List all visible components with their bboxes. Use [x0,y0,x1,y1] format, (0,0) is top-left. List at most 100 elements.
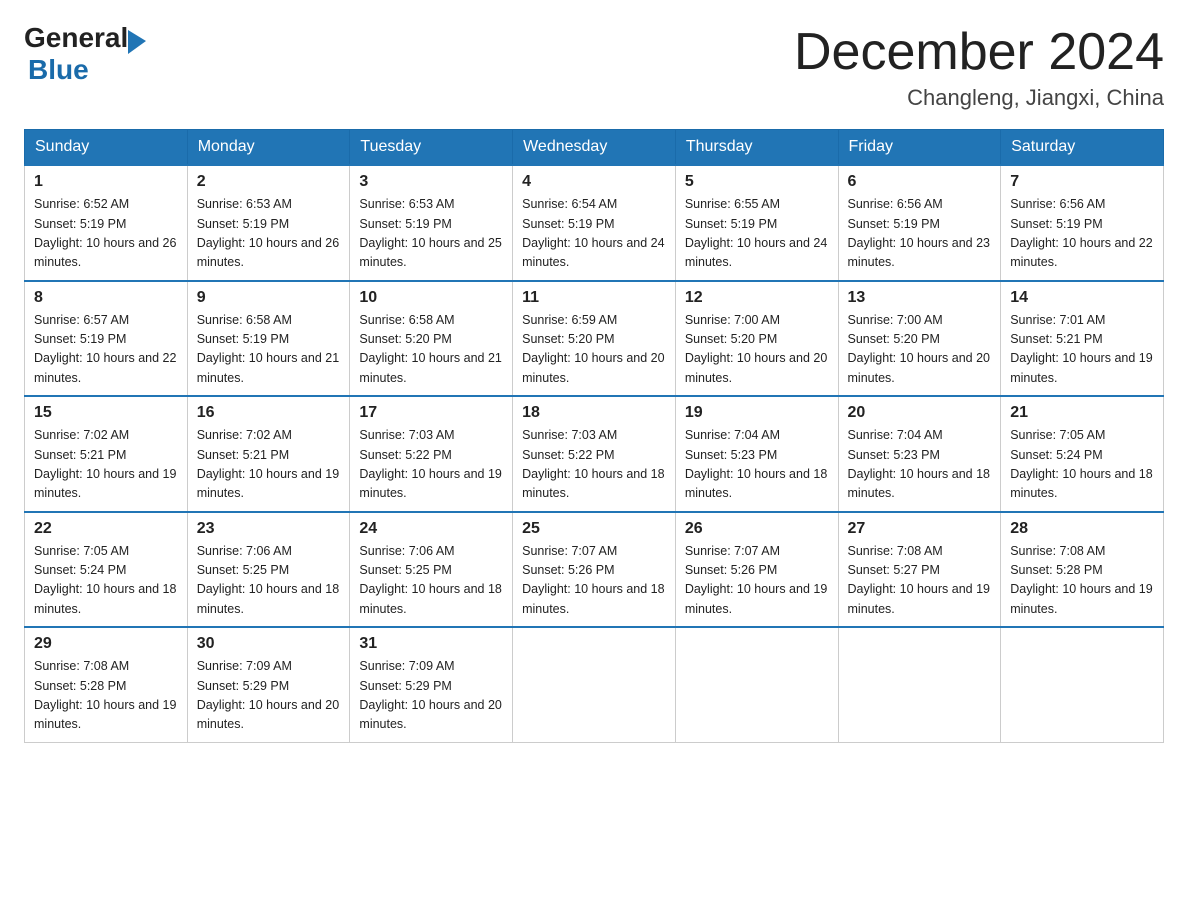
day-number: 9 [197,289,341,307]
calendar-week-row: 22 Sunrise: 7:05 AMSunset: 5:24 PMDayligh… [25,512,1164,628]
weekday-header-monday: Monday [187,130,350,166]
day-info: Sunrise: 7:08 AMSunset: 5:27 PMDaylight:… [848,542,992,620]
day-info: Sunrise: 6:56 AMSunset: 5:19 PMDaylight:… [848,195,992,273]
day-number: 14 [1010,289,1154,307]
day-number: 8 [34,289,178,307]
title-area: December 2024 Changleng, Jiangxi, China [794,24,1164,111]
weekday-header-sunday: Sunday [25,130,188,166]
day-info: Sunrise: 7:08 AMSunset: 5:28 PMDaylight:… [34,657,178,735]
day-info: Sunrise: 7:05 AMSunset: 5:24 PMDaylight:… [1010,426,1154,504]
day-number: 1 [34,173,178,191]
weekday-header-tuesday: Tuesday [350,130,513,166]
day-number: 6 [848,173,992,191]
calendar-week-row: 1 Sunrise: 6:52 AMSunset: 5:19 PMDaylight… [25,165,1164,281]
day-info: Sunrise: 6:55 AMSunset: 5:19 PMDaylight:… [685,195,829,273]
calendar-day-cell: 29 Sunrise: 7:08 AMSunset: 5:28 PMDayligh… [25,627,188,742]
empty-cell [838,627,1001,742]
day-info: Sunrise: 6:58 AMSunset: 5:19 PMDaylight:… [197,311,341,389]
calendar-day-cell: 15 Sunrise: 7:02 AMSunset: 5:21 PMDayligh… [25,396,188,512]
day-number: 29 [34,635,178,653]
day-number: 17 [359,404,503,422]
weekday-header-wednesday: Wednesday [513,130,676,166]
calendar-day-cell: 6 Sunrise: 6:56 AMSunset: 5:19 PMDaylight… [838,165,1001,281]
calendar-day-cell: 19 Sunrise: 7:04 AMSunset: 5:23 PMDayligh… [675,396,838,512]
day-number: 10 [359,289,503,307]
day-number: 25 [522,520,666,538]
calendar-day-cell: 9 Sunrise: 6:58 AMSunset: 5:19 PMDaylight… [187,281,350,397]
day-number: 2 [197,173,341,191]
calendar-day-cell: 5Sunrise: 6:55 AMSunset: 5:19 PMDaylight… [675,165,838,281]
day-number: 28 [1010,520,1154,538]
calendar-day-cell: 27Sunrise: 7:08 AMSunset: 5:27 PMDayligh… [838,512,1001,628]
day-info: Sunrise: 7:08 AMSunset: 5:28 PMDaylight:… [1010,542,1154,620]
empty-cell [513,627,676,742]
day-info: Sunrise: 7:00 AMSunset: 5:20 PMDaylight:… [848,311,992,389]
weekday-header-saturday: Saturday [1001,130,1164,166]
day-info: Sunrise: 6:59 AMSunset: 5:20 PMDaylight:… [522,311,666,389]
day-number: 30 [197,635,341,653]
day-number: 12 [685,289,829,307]
calendar-day-cell: 1 Sunrise: 6:52 AMSunset: 5:19 PMDaylight… [25,165,188,281]
day-number: 18 [522,404,666,422]
day-number: 16 [197,404,341,422]
calendar-day-cell: 7Sunrise: 6:56 AMSunset: 5:19 PMDaylight… [1001,165,1164,281]
day-info: Sunrise: 6:52 AMSunset: 5:19 PMDaylight:… [34,195,178,273]
calendar-day-cell: 25Sunrise: 7:07 AMSunset: 5:26 PMDayligh… [513,512,676,628]
calendar-day-cell: 31 Sunrise: 7:09 AMSunset: 5:29 PMDayligh… [350,627,513,742]
day-info: Sunrise: 7:09 AMSunset: 5:29 PMDaylight:… [359,657,503,735]
logo-blue-text: Blue [24,54,89,86]
day-info: Sunrise: 7:01 AMSunset: 5:21 PMDaylight:… [1010,311,1154,389]
day-number: 7 [1010,173,1154,191]
day-info: Sunrise: 7:07 AMSunset: 5:26 PMDaylight:… [685,542,829,620]
day-info: Sunrise: 7:00 AMSunset: 5:20 PMDaylight:… [685,311,829,389]
day-number: 22 [34,520,178,538]
day-number: 26 [685,520,829,538]
day-number: 3 [359,173,503,191]
calendar-day-cell: 23Sunrise: 7:06 AMSunset: 5:25 PMDayligh… [187,512,350,628]
day-info: Sunrise: 7:05 AMSunset: 5:24 PMDaylight:… [34,542,178,620]
calendar-week-row: 29 Sunrise: 7:08 AMSunset: 5:28 PMDayligh… [25,627,1164,742]
day-number: 11 [522,289,666,307]
empty-cell [675,627,838,742]
day-number: 31 [359,635,503,653]
day-info: Sunrise: 7:04 AMSunset: 5:23 PMDaylight:… [848,426,992,504]
day-number: 15 [34,404,178,422]
day-info: Sunrise: 7:03 AMSunset: 5:22 PMDaylight:… [522,426,666,504]
calendar-day-cell: 22 Sunrise: 7:05 AMSunset: 5:24 PMDayligh… [25,512,188,628]
day-info: Sunrise: 7:04 AMSunset: 5:23 PMDaylight:… [685,426,829,504]
calendar-day-cell: 13 Sunrise: 7:00 AMSunset: 5:20 PMDayligh… [838,281,1001,397]
weekday-header-friday: Friday [838,130,1001,166]
calendar-day-cell: 20 Sunrise: 7:04 AMSunset: 5:23 PMDayligh… [838,396,1001,512]
day-info: Sunrise: 6:54 AMSunset: 5:19 PMDaylight:… [522,195,666,273]
logo: General Blue [24,24,150,86]
day-number: 24 [359,520,503,538]
day-number: 4 [522,173,666,191]
empty-cell [1001,627,1164,742]
calendar-day-cell: 8 Sunrise: 6:57 AMSunset: 5:19 PMDaylight… [25,281,188,397]
day-info: Sunrise: 7:03 AMSunset: 5:22 PMDaylight:… [359,426,503,504]
month-title: December 2024 [794,24,1164,81]
calendar-day-cell: 17 Sunrise: 7:03 AMSunset: 5:22 PMDayligh… [350,396,513,512]
calendar-day-cell: 11 Sunrise: 6:59 AMSunset: 5:20 PMDayligh… [513,281,676,397]
calendar-day-cell: 21 Sunrise: 7:05 AMSunset: 5:24 PMDayligh… [1001,396,1164,512]
calendar-day-cell: 28 Sunrise: 7:08 AMSunset: 5:28 PMDayligh… [1001,512,1164,628]
calendar-day-cell: 18 Sunrise: 7:03 AMSunset: 5:22 PMDayligh… [513,396,676,512]
day-number: 19 [685,404,829,422]
calendar-day-cell: 3Sunrise: 6:53 AMSunset: 5:19 PMDaylight… [350,165,513,281]
calendar-day-cell: 10Sunrise: 6:58 AMSunset: 5:20 PMDayligh… [350,281,513,397]
page-header: General Blue December 2024 Changleng, Ji… [24,24,1164,111]
day-info: Sunrise: 7:02 AMSunset: 5:21 PMDaylight:… [34,426,178,504]
day-info: Sunrise: 7:09 AMSunset: 5:29 PMDaylight:… [197,657,341,735]
calendar-week-row: 8 Sunrise: 6:57 AMSunset: 5:19 PMDaylight… [25,281,1164,397]
day-number: 20 [848,404,992,422]
calendar-day-cell: 24Sunrise: 7:06 AMSunset: 5:25 PMDayligh… [350,512,513,628]
calendar-week-row: 15 Sunrise: 7:02 AMSunset: 5:21 PMDayligh… [25,396,1164,512]
calendar-day-cell: 14 Sunrise: 7:01 AMSunset: 5:21 PMDayligh… [1001,281,1164,397]
logo-general-text: General [24,24,128,52]
calendar-day-cell: 2Sunrise: 6:53 AMSunset: 5:19 PMDaylight… [187,165,350,281]
day-number: 21 [1010,404,1154,422]
day-number: 13 [848,289,992,307]
day-info: Sunrise: 6:57 AMSunset: 5:19 PMDaylight:… [34,311,178,389]
calendar-day-cell: 4 Sunrise: 6:54 AMSunset: 5:19 PMDaylight… [513,165,676,281]
calendar-day-cell: 12 Sunrise: 7:00 AMSunset: 5:20 PMDayligh… [675,281,838,397]
